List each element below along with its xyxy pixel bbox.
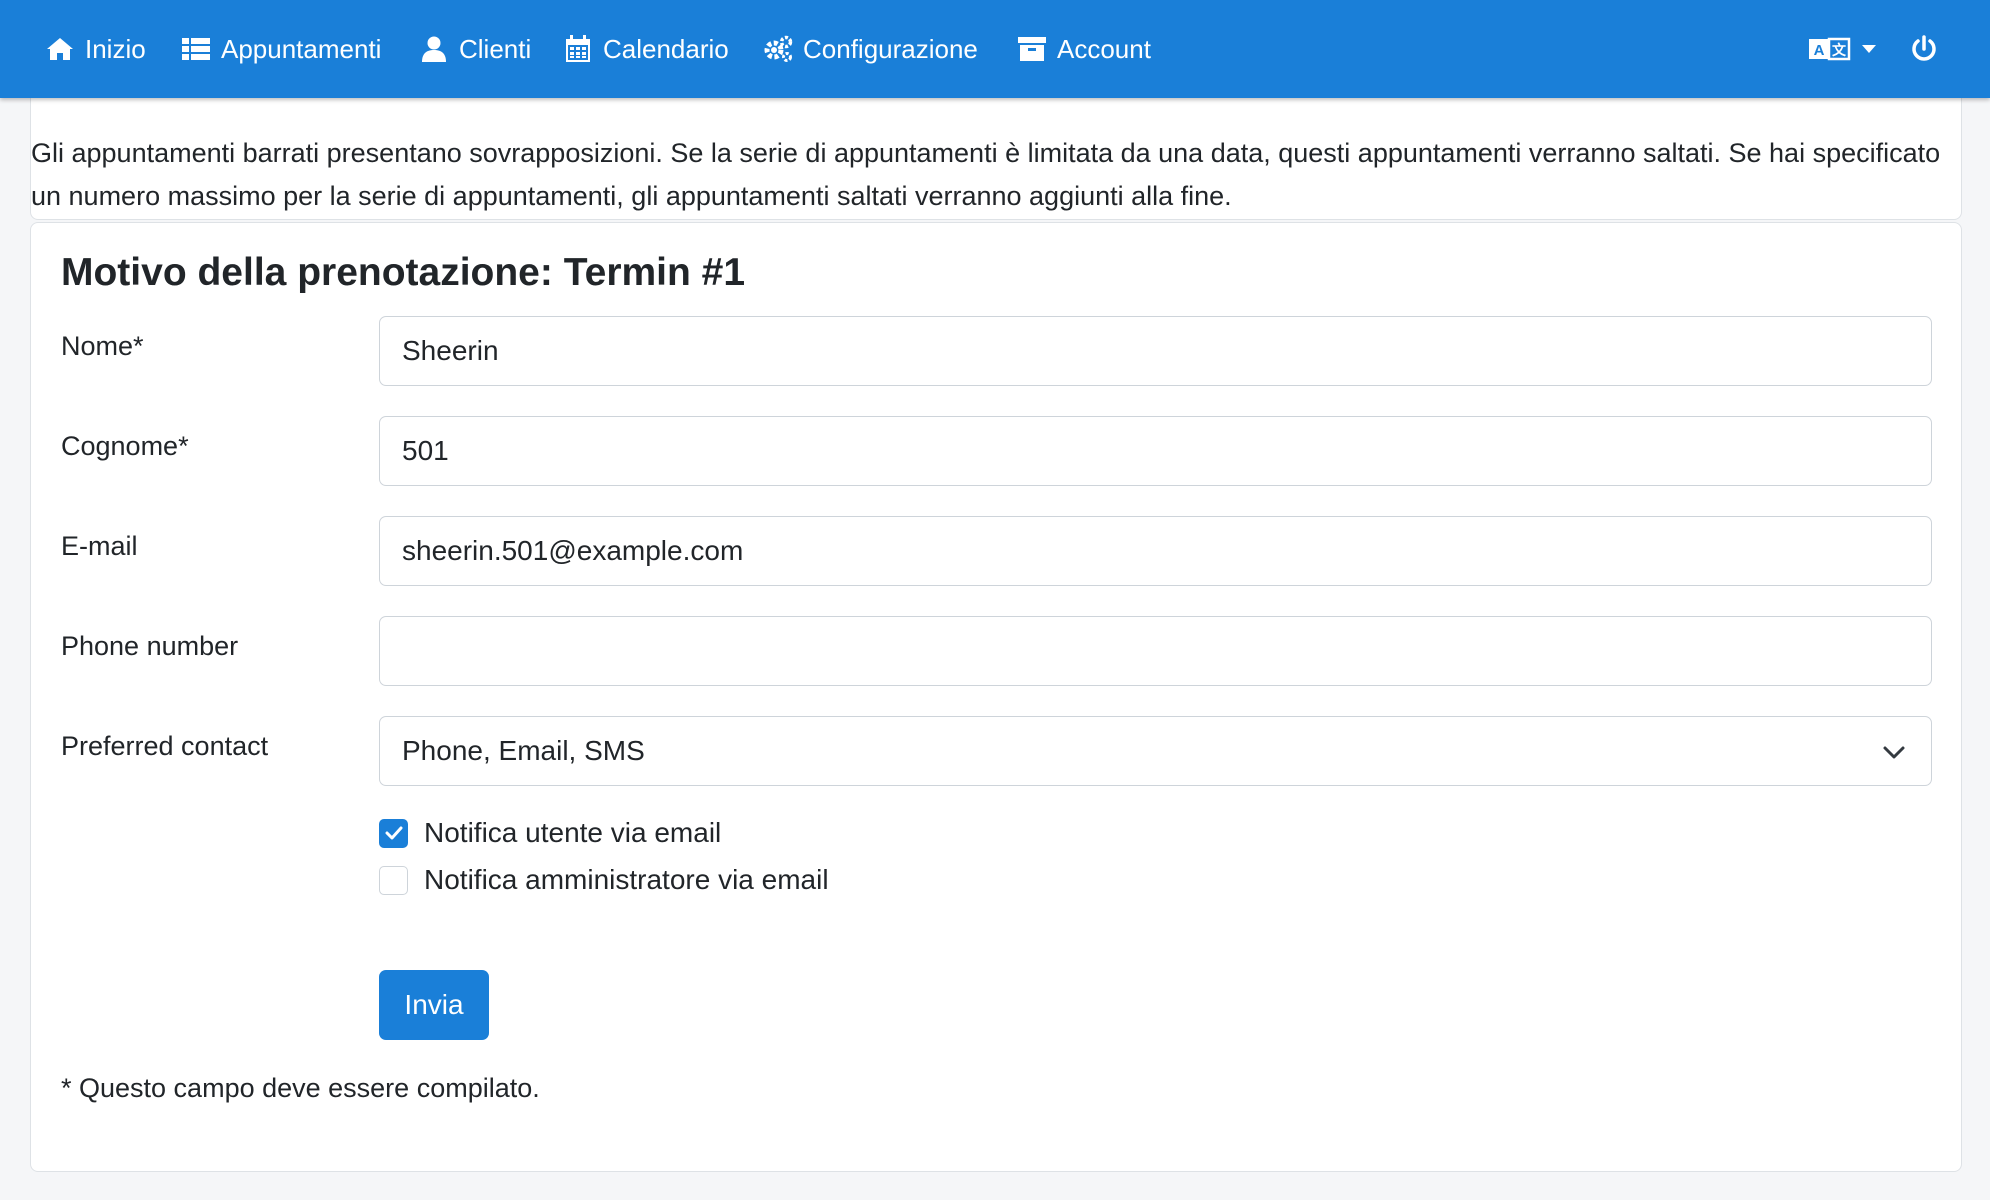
phone-input[interactable] [402,617,1931,685]
nav-item-account[interactable]: Account [1017,0,1151,98]
gears-icon [763,34,793,64]
info-panel: Gli appuntamenti barrati presentano sovr… [30,90,1962,220]
archive-icon [1017,34,1047,64]
first-name-label: Nome* [61,331,144,361]
submit-button[interactable]: Invia [379,970,489,1040]
list-icon [181,34,211,64]
last-name-label: Cognome* [61,431,189,461]
preferred-contact-label: Preferred contact [61,731,269,761]
svg-text:A: A [1814,42,1825,59]
nav-item-label: Inizio [85,33,146,64]
nav-item-label: Account [1057,33,1151,64]
last-name-input[interactable] [402,417,1931,485]
last-name-field[interactable] [379,416,1932,486]
nav-item-calendario[interactable]: Calendario [563,0,729,98]
chevron-down-icon [1862,45,1876,53]
nav-item-label: Calendario [603,33,729,64]
nav-item-label: Clienti [459,33,532,64]
preferred-contact-select[interactable]: Phone, Email, SMS [379,716,1932,786]
required-field-note: * Questo campo deve essere compilato. [61,1073,540,1103]
notify-admin-label: Notifica amministratore via email [424,864,829,895]
checkbox-checked[interactable] [379,818,408,848]
first-name-field[interactable] [379,316,1932,386]
notify-user-checkbox[interactable]: Notifica utente via email [379,817,721,849]
phone-label: Phone number [61,631,239,661]
first-name-input[interactable] [402,317,1931,385]
email-field[interactable] [379,516,1932,586]
notify-admin-checkbox[interactable]: Notifica amministratore via email [379,864,829,896]
calendar-icon [563,34,593,64]
email-input[interactable] [402,517,1931,585]
language-dropdown[interactable]: A 文 [1808,0,1876,98]
top-navbar: Inizio Appuntamenti Clienti Calendario C… [0,0,1990,98]
booking-form-card: Motivo della prenotazione: Termin #1 Nom… [30,222,1962,1172]
email-label: E-mail [61,531,138,561]
nav-item-inizio[interactable]: Inizio [45,0,146,98]
form-title: Motivo della prenotazione: Termin #1 [61,251,746,294]
nav-item-configurazione[interactable]: Configurazione [763,0,978,98]
nav-item-label: Configurazione [803,33,978,64]
logout-button[interactable] [1910,0,1938,98]
checkbox-unchecked[interactable] [379,865,408,895]
power-icon [1910,35,1938,63]
notify-user-label: Notifica utente via email [424,817,722,848]
language-icon: A 文 [1808,35,1852,63]
nav-item-appuntamenti[interactable]: Appuntamenti [181,0,381,98]
svg-text:文: 文 [1832,42,1847,59]
chevron-down-icon [1881,739,1907,765]
preferred-contact-value: Phone, Email, SMS [402,735,645,766]
overlap-info-text: Gli appuntamenti barrati presentano sovr… [31,138,1941,211]
nav-item-label: Appuntamenti [221,33,382,64]
home-icon [45,34,75,64]
phone-field[interactable] [379,616,1932,686]
user-icon [419,34,449,64]
nav-item-clienti[interactable]: Clienti [419,0,531,98]
